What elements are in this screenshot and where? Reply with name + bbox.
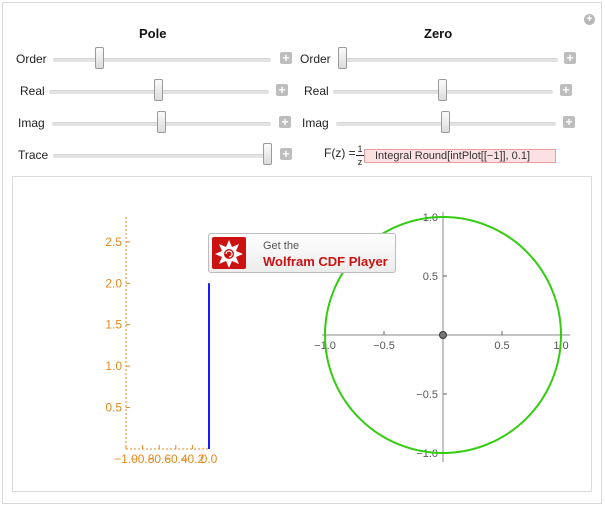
pole-imag-label: Imag (18, 116, 45, 130)
trace-plot: 0.5 1.0 1.5 2.0 2.5 −1.0−0.8−0.6−0.4−0.20.0 (105, 217, 218, 466)
cdf-badge-small-text: Get the (263, 240, 300, 252)
right-x-tick-label: 0.5 (494, 340, 509, 352)
zero-order-thumb[interactable] (338, 47, 347, 69)
pole-imag-plus-icon[interactable]: + (279, 116, 291, 128)
panel-options-icon[interactable]: + (584, 14, 595, 25)
pole-order-slider[interactable] (53, 58, 271, 62)
cdf-player-badge[interactable]: Get the Wolfram CDF Player (208, 233, 396, 273)
pole-real-thumb[interactable] (154, 79, 163, 101)
left-y-tick-label: 0.5 (105, 401, 122, 415)
pole-real-label: Real (20, 84, 45, 98)
formula-error-box: Integral Round[intPlot[[−1]], 0.1] (364, 149, 556, 163)
zero-imag-plus-icon[interactable]: + (563, 116, 575, 128)
zero-real-label: Real (304, 84, 329, 98)
zero-order-plus-icon[interactable]: + (564, 52, 576, 64)
right-y-tick-label: 0.5 (423, 271, 438, 283)
plots-svg: 0.51.01.52.02.5 −1.0−0.8−0.6−0.4−0.20.0 … (105, 212, 570, 466)
pole-order-label: Order (16, 52, 47, 66)
pole-trace-slider[interactable] (53, 154, 271, 158)
left-x-tick-label: 0.0 (201, 452, 218, 466)
fraction-denominator: z (357, 157, 363, 167)
fraction-numerator: 1 (357, 144, 363, 154)
zero-real-thumb[interactable] (438, 79, 447, 101)
zero-imag-label: Imag (302, 116, 329, 130)
zero-imag-thumb[interactable] (441, 111, 450, 133)
pole-trace-plus-icon[interactable]: + (280, 148, 292, 160)
zero-heading: Zero (424, 26, 453, 41)
pole-order-thumb[interactable] (95, 47, 104, 69)
pole-trace-thumb[interactable] (263, 143, 272, 165)
pole-real-plus-icon[interactable]: + (276, 84, 288, 96)
left-y-tick-label: 2.0 (105, 276, 122, 290)
pole-order-plus-icon[interactable]: + (280, 52, 292, 64)
zero-order-label: Order (300, 52, 331, 66)
pole-trace-label: Trace (18, 148, 49, 162)
cdf-badge-title: Wolfram CDF Player (263, 254, 388, 269)
fraction: 1 z (356, 144, 364, 167)
left-y-tick-label: 1.5 (105, 318, 122, 332)
pole-heading: Pole (139, 26, 167, 41)
zero-real-plus-icon[interactable]: + (560, 84, 572, 96)
fraction-bar (356, 155, 364, 156)
plot-panel: 0.5 1.0 1.5 2.0 2.5 −1.0 −0.8 −0.6 −0.4 −0.2 0.0 … (12, 176, 592, 492)
left-y-tick-label: 2.5 (105, 235, 122, 249)
transfer-function-label: F(z) = (324, 146, 356, 160)
origin-marker (439, 331, 447, 339)
right-x-tick-label: −0.5 (373, 340, 395, 352)
zero-order-slider[interactable] (338, 58, 558, 62)
pole-imag-thumb[interactable] (157, 111, 166, 133)
left-x-ticks: −1.0−0.8−0.6−0.4−0.20.0 (114, 445, 218, 466)
wolfram-logo-icon (212, 237, 246, 269)
right-y-tick-label: −0.5 (416, 389, 438, 401)
left-y-tick-label: 1.0 (105, 359, 122, 373)
